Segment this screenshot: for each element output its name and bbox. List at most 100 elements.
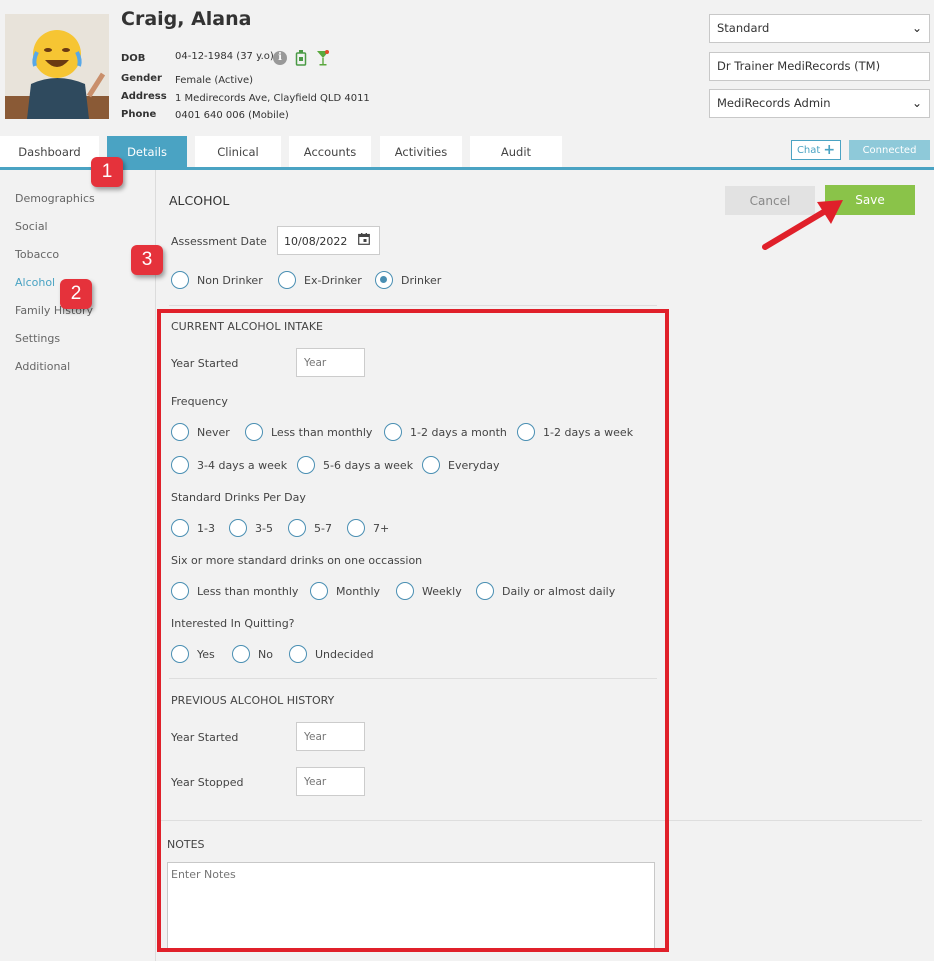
radio-six-daily[interactable]: Daily or almost daily bbox=[476, 582, 615, 600]
radio-drinks-5-7[interactable]: 5-7 bbox=[288, 519, 332, 537]
sidebar-divider bbox=[155, 170, 156, 961]
radio-circle[interactable] bbox=[171, 271, 189, 289]
radio-circle[interactable] bbox=[396, 582, 414, 600]
radio-label: 3-4 days a week bbox=[197, 458, 288, 472]
radio-label: Never bbox=[197, 425, 230, 439]
radio-circle[interactable] bbox=[517, 423, 535, 441]
info-icon[interactable]: i bbox=[273, 51, 287, 65]
sidebar-item-social[interactable]: Social bbox=[15, 220, 48, 233]
radio-circle[interactable] bbox=[289, 645, 307, 663]
radio-label: No bbox=[258, 647, 273, 661]
address-value: 1 Medirecords Ave, Clayfield QLD 4011 bbox=[175, 93, 370, 104]
radio-label: Monthly bbox=[336, 584, 381, 598]
radio-circle[interactable] bbox=[278, 271, 296, 289]
chevron-down-icon: ⌄ bbox=[911, 21, 922, 35]
radio-circle[interactable] bbox=[297, 456, 315, 474]
radio-drinks-1-3[interactable]: 1-3 bbox=[171, 519, 215, 537]
radio-circle[interactable] bbox=[171, 645, 189, 663]
radio-frequency-1-2-month[interactable]: 1-2 days a month bbox=[384, 423, 507, 441]
radio-label: Drinker bbox=[401, 273, 442, 287]
sidebar-item-alcohol[interactable]: Alcohol bbox=[15, 276, 55, 289]
phone-value: 0401 640 006 (Mobile) bbox=[175, 110, 289, 121]
sidebar-item-settings[interactable]: Settings bbox=[15, 332, 60, 345]
connected-button[interactable]: Connected bbox=[849, 140, 930, 160]
radio-six-weekly[interactable]: Weekly bbox=[396, 582, 462, 600]
frequency-label: Frequency bbox=[171, 395, 228, 408]
sidebar-item-demographics[interactable]: Demographics bbox=[15, 192, 95, 205]
radio-frequency-5-6-week[interactable]: 5-6 days a week bbox=[297, 456, 413, 474]
radio-six-monthly[interactable]: Monthly bbox=[310, 582, 380, 600]
radio-circle[interactable] bbox=[171, 423, 189, 441]
mode-select[interactable]: Standard ⌄ bbox=[709, 14, 930, 43]
radio-circle[interactable] bbox=[232, 645, 250, 663]
radio-label: Less than monthly bbox=[197, 584, 299, 598]
tab-label: Dashboard bbox=[18, 144, 81, 159]
radio-circle[interactable] bbox=[245, 423, 263, 441]
year-started-input[interactable] bbox=[296, 348, 365, 377]
notes-textarea[interactable] bbox=[167, 862, 655, 952]
plus-icon: + bbox=[823, 142, 836, 158]
radio-circle[interactable] bbox=[347, 519, 365, 537]
tab-accounts[interactable]: Accounts bbox=[289, 136, 371, 167]
radio-non-drinker[interactable]: Non Drinker bbox=[171, 271, 263, 289]
tab-activities[interactable]: Activities bbox=[380, 136, 462, 167]
radio-circle[interactable] bbox=[171, 582, 189, 600]
radio-label: Daily or almost daily bbox=[502, 584, 616, 598]
radio-drinks-3-5[interactable]: 3-5 bbox=[229, 519, 273, 537]
radio-circle[interactable] bbox=[310, 582, 328, 600]
practitioner-field[interactable]: Dr Trainer MediRecords (TM) bbox=[709, 52, 930, 81]
radio-circle[interactable] bbox=[171, 456, 189, 474]
prev-year-stopped-input[interactable] bbox=[296, 767, 365, 796]
radio-drinker[interactable]: Drinker bbox=[375, 271, 441, 289]
divider bbox=[160, 820, 922, 821]
tab-label: Audit bbox=[500, 144, 532, 159]
radio-label: 1-2 days a month bbox=[410, 425, 507, 439]
assessment-date-value: 10/08/2022 bbox=[284, 235, 348, 248]
arrow-pointer-icon bbox=[755, 192, 850, 260]
divider bbox=[169, 678, 657, 679]
radio-circle[interactable] bbox=[384, 423, 402, 441]
tab-audit[interactable]: Audit bbox=[470, 136, 562, 167]
radio-circle[interactable] bbox=[229, 519, 247, 537]
radio-ex-drinker[interactable]: Ex-Drinker bbox=[278, 271, 362, 289]
cocktail-icon[interactable] bbox=[316, 50, 330, 69]
radio-circle[interactable] bbox=[422, 456, 440, 474]
radio-frequency-3-4-week[interactable]: 3-4 days a week bbox=[171, 456, 287, 474]
assessment-date-input[interactable]: 10/08/2022 bbox=[277, 226, 380, 255]
prev-year-started-input[interactable] bbox=[296, 722, 365, 751]
calendar-icon[interactable] bbox=[358, 233, 370, 248]
radio-frequency-everyday[interactable]: Everyday bbox=[422, 456, 500, 474]
chat-label: Chat bbox=[796, 144, 821, 156]
tab-dashboard[interactable]: Dashboard bbox=[0, 136, 99, 167]
six-or-more-label: Six or more standard drinks on one occas… bbox=[171, 554, 423, 567]
mode-select-value: Standard bbox=[717, 21, 770, 35]
radio-six-less-than-monthly[interactable]: Less than monthly bbox=[171, 582, 298, 600]
radio-circle-selected[interactable] bbox=[375, 271, 393, 289]
radio-label: Ex-Drinker bbox=[304, 273, 362, 287]
radio-quit-no[interactable]: No bbox=[232, 645, 273, 663]
connected-label: Connected bbox=[862, 144, 917, 156]
role-select[interactable]: MediRecords Admin ⌄ bbox=[709, 89, 930, 118]
radio-frequency-never[interactable]: Never bbox=[171, 423, 230, 441]
sidebar-item-additional[interactable]: Additional bbox=[15, 360, 70, 373]
radio-frequency-1-2-week[interactable]: 1-2 days a week bbox=[517, 423, 633, 441]
radio-drinks-7-plus[interactable]: 7+ bbox=[347, 519, 389, 537]
radio-label: Weekly bbox=[422, 584, 462, 598]
role-select-value: MediRecords Admin bbox=[717, 96, 831, 110]
radio-circle[interactable] bbox=[476, 582, 494, 600]
notes-title: NOTES bbox=[167, 838, 205, 851]
radio-label: Yes bbox=[197, 647, 215, 661]
sidebar-item-tobacco[interactable]: Tobacco bbox=[15, 248, 59, 261]
radio-circle[interactable] bbox=[171, 519, 189, 537]
address-label: Address bbox=[121, 91, 167, 102]
bottle-icon[interactable] bbox=[295, 50, 307, 69]
radio-quit-undecided[interactable]: Undecided bbox=[289, 645, 374, 663]
radio-circle[interactable] bbox=[288, 519, 306, 537]
tab-clinical[interactable]: Clinical bbox=[195, 136, 281, 167]
radio-frequency-less-than-monthly[interactable]: Less than monthly bbox=[245, 423, 372, 441]
patient-name: Craig, Alana bbox=[121, 8, 252, 30]
tab-underline bbox=[0, 167, 934, 170]
radio-quit-yes[interactable]: Yes bbox=[171, 645, 215, 663]
previous-history-title: PREVIOUS ALCOHOL HISTORY bbox=[171, 694, 335, 707]
chat-button[interactable]: Chat + bbox=[791, 140, 841, 160]
